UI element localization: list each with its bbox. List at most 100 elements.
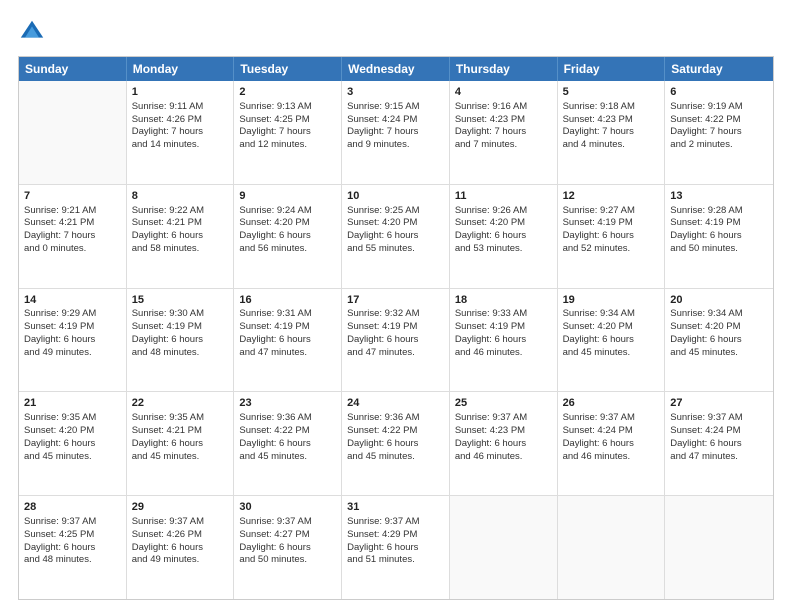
day-number: 24 bbox=[347, 396, 444, 411]
day-info-line: Sunset: 4:20 PM bbox=[347, 217, 444, 230]
day-info-line: Sunrise: 9:36 AM bbox=[347, 412, 444, 425]
day-info-line: and 45 minutes. bbox=[347, 451, 444, 464]
day-number: 12 bbox=[563, 189, 660, 204]
day-number: 3 bbox=[347, 85, 444, 100]
day-info-line: Daylight: 6 hours bbox=[132, 230, 229, 243]
day-number: 7 bbox=[24, 189, 121, 204]
day-info-line: Sunset: 4:20 PM bbox=[670, 321, 768, 334]
day-info-line: Sunrise: 9:27 AM bbox=[563, 205, 660, 218]
day-number: 15 bbox=[132, 293, 229, 308]
day-info-line: and 9 minutes. bbox=[347, 139, 444, 152]
day-number: 25 bbox=[455, 396, 552, 411]
day-number: 10 bbox=[347, 189, 444, 204]
calendar-cell-2-5: 11Sunrise: 9:26 AMSunset: 4:20 PMDayligh… bbox=[450, 185, 558, 288]
calendar-cell-5-3: 30Sunrise: 9:37 AMSunset: 4:27 PMDayligh… bbox=[234, 496, 342, 599]
day-info-line: Daylight: 6 hours bbox=[563, 438, 660, 451]
calendar-cell-2-6: 12Sunrise: 9:27 AMSunset: 4:19 PMDayligh… bbox=[558, 185, 666, 288]
day-number: 26 bbox=[563, 396, 660, 411]
day-info-line: Sunset: 4:20 PM bbox=[24, 425, 121, 438]
calendar-cell-2-2: 8Sunrise: 9:22 AMSunset: 4:21 PMDaylight… bbox=[127, 185, 235, 288]
day-info-line: Sunset: 4:26 PM bbox=[132, 114, 229, 127]
day-info-line: Sunset: 4:24 PM bbox=[563, 425, 660, 438]
day-info-line: Sunrise: 9:19 AM bbox=[670, 101, 768, 114]
day-info-line: and 49 minutes. bbox=[132, 554, 229, 567]
day-info-line: Sunset: 4:27 PM bbox=[239, 529, 336, 542]
day-number: 11 bbox=[455, 189, 552, 204]
day-info-line: Sunrise: 9:31 AM bbox=[239, 308, 336, 321]
day-info-line: Sunrise: 9:34 AM bbox=[563, 308, 660, 321]
day-info-line: Sunrise: 9:11 AM bbox=[132, 101, 229, 114]
day-number: 1 bbox=[132, 85, 229, 100]
day-info-line: and 45 minutes. bbox=[24, 451, 121, 464]
day-info-line: Sunrise: 9:26 AM bbox=[455, 205, 552, 218]
day-info-line: Sunrise: 9:29 AM bbox=[24, 308, 121, 321]
calendar-week-2: 7Sunrise: 9:21 AMSunset: 4:21 PM Daylight… bbox=[19, 184, 773, 288]
day-number: 29 bbox=[132, 500, 229, 515]
header-day-thursday: Thursday bbox=[450, 57, 558, 81]
day-info-line: Sunrise: 9:37 AM bbox=[563, 412, 660, 425]
calendar-cell-1-7: 6Sunrise: 9:19 AMSunset: 4:22 PMDaylight… bbox=[665, 81, 773, 184]
day-info-line: Sunrise: 9:24 AM bbox=[239, 205, 336, 218]
day-info-line: Daylight: 7 hours bbox=[455, 126, 552, 139]
day-info-line: Daylight: 6 hours bbox=[239, 334, 336, 347]
header-day-sunday: Sunday bbox=[19, 57, 127, 81]
day-info-line: Daylight: 6 hours bbox=[347, 230, 444, 243]
day-info-line: Sunrise: 9:28 AM bbox=[670, 205, 768, 218]
page: SundayMondayTuesdayWednesdayThursdayFrid… bbox=[0, 0, 792, 612]
day-info-line: Sunset: 4:24 PM bbox=[347, 114, 444, 127]
day-info-line: Daylight: 6 hours bbox=[239, 438, 336, 451]
day-info-line: Sunset: 4:23 PM bbox=[455, 114, 552, 127]
day-info-line: Sunset: 4:21 PM bbox=[24, 217, 121, 230]
day-info-line: Sunset: 4:20 PM bbox=[563, 321, 660, 334]
day-info-line: Sunrise: 9:37 AM bbox=[347, 516, 444, 529]
day-info-line: and 47 minutes. bbox=[239, 347, 336, 360]
day-info-line: and 48 minutes. bbox=[24, 554, 121, 567]
day-info-line: and 45 minutes. bbox=[670, 347, 768, 360]
day-number: 14 bbox=[24, 293, 121, 308]
calendar-cell-3-5: 18Sunrise: 9:33 AMSunset: 4:19 PMDayligh… bbox=[450, 289, 558, 392]
day-info-line: Daylight: 6 hours bbox=[132, 438, 229, 451]
day-number: 22 bbox=[132, 396, 229, 411]
day-info-line: Sunset: 4:19 PM bbox=[24, 321, 121, 334]
day-info-line: Sunset: 4:19 PM bbox=[563, 217, 660, 230]
day-number: 31 bbox=[347, 500, 444, 515]
day-info-line: and 47 minutes. bbox=[670, 451, 768, 464]
day-number: 17 bbox=[347, 293, 444, 308]
day-number: 4 bbox=[455, 85, 552, 100]
day-number: 5 bbox=[563, 85, 660, 100]
day-info-line: and 2 minutes. bbox=[670, 139, 768, 152]
calendar-cell-4-4: 24Sunrise: 9:36 AMSunset: 4:22 PMDayligh… bbox=[342, 392, 450, 495]
calendar-cell-5-7 bbox=[665, 496, 773, 599]
calendar-cell-5-4: 31Sunrise: 9:37 AMSunset: 4:29 PMDayligh… bbox=[342, 496, 450, 599]
day-info-line: and 46 minutes. bbox=[455, 451, 552, 464]
day-info-line: Sunrise: 9:18 AM bbox=[563, 101, 660, 114]
calendar-cell-4-7: 27Sunrise: 9:37 AMSunset: 4:24 PMDayligh… bbox=[665, 392, 773, 495]
day-info-line: and 45 minutes. bbox=[563, 347, 660, 360]
calendar-cell-3-2: 15Sunrise: 9:30 AMSunset: 4:19 PMDayligh… bbox=[127, 289, 235, 392]
calendar-cell-3-7: 20Sunrise: 9:34 AMSunset: 4:20 PMDayligh… bbox=[665, 289, 773, 392]
day-info-line: Sunset: 4:19 PM bbox=[239, 321, 336, 334]
day-info-line: Sunrise: 9:15 AM bbox=[347, 101, 444, 114]
day-info-line: Daylight: 7 hours bbox=[132, 126, 229, 139]
day-info-line: Daylight: 6 hours bbox=[347, 438, 444, 451]
day-info-line: Daylight: 6 hours bbox=[24, 542, 121, 555]
calendar-cell-5-6 bbox=[558, 496, 666, 599]
calendar-header: SundayMondayTuesdayWednesdayThursdayFrid… bbox=[19, 57, 773, 81]
day-info-line: Sunset: 4:25 PM bbox=[24, 529, 121, 542]
day-info-line: Daylight: 7 hours bbox=[563, 126, 660, 139]
day-info-line: Sunrise: 9:37 AM bbox=[24, 516, 121, 529]
day-info-line: Daylight: 6 hours bbox=[132, 542, 229, 555]
calendar-cell-5-1: 28Sunrise: 9:37 AMSunset: 4:25 PMDayligh… bbox=[19, 496, 127, 599]
day-number: 13 bbox=[670, 189, 768, 204]
day-info-line: Sunrise: 9:33 AM bbox=[455, 308, 552, 321]
day-info-line: Sunrise: 9:37 AM bbox=[670, 412, 768, 425]
day-number: 27 bbox=[670, 396, 768, 411]
calendar-cell-3-4: 17Sunrise: 9:32 AMSunset: 4:19 PMDayligh… bbox=[342, 289, 450, 392]
calendar-week-4: 21Sunrise: 9:35 AMSunset: 4:20 PMDayligh… bbox=[19, 391, 773, 495]
day-info-line: Sunset: 4:19 PM bbox=[670, 217, 768, 230]
day-info-line: Daylight: 6 hours bbox=[455, 334, 552, 347]
day-number: 28 bbox=[24, 500, 121, 515]
day-number: 16 bbox=[239, 293, 336, 308]
day-info-line: Sunrise: 9:21 AM bbox=[24, 205, 121, 218]
day-info-line: Sunrise: 9:16 AM bbox=[455, 101, 552, 114]
